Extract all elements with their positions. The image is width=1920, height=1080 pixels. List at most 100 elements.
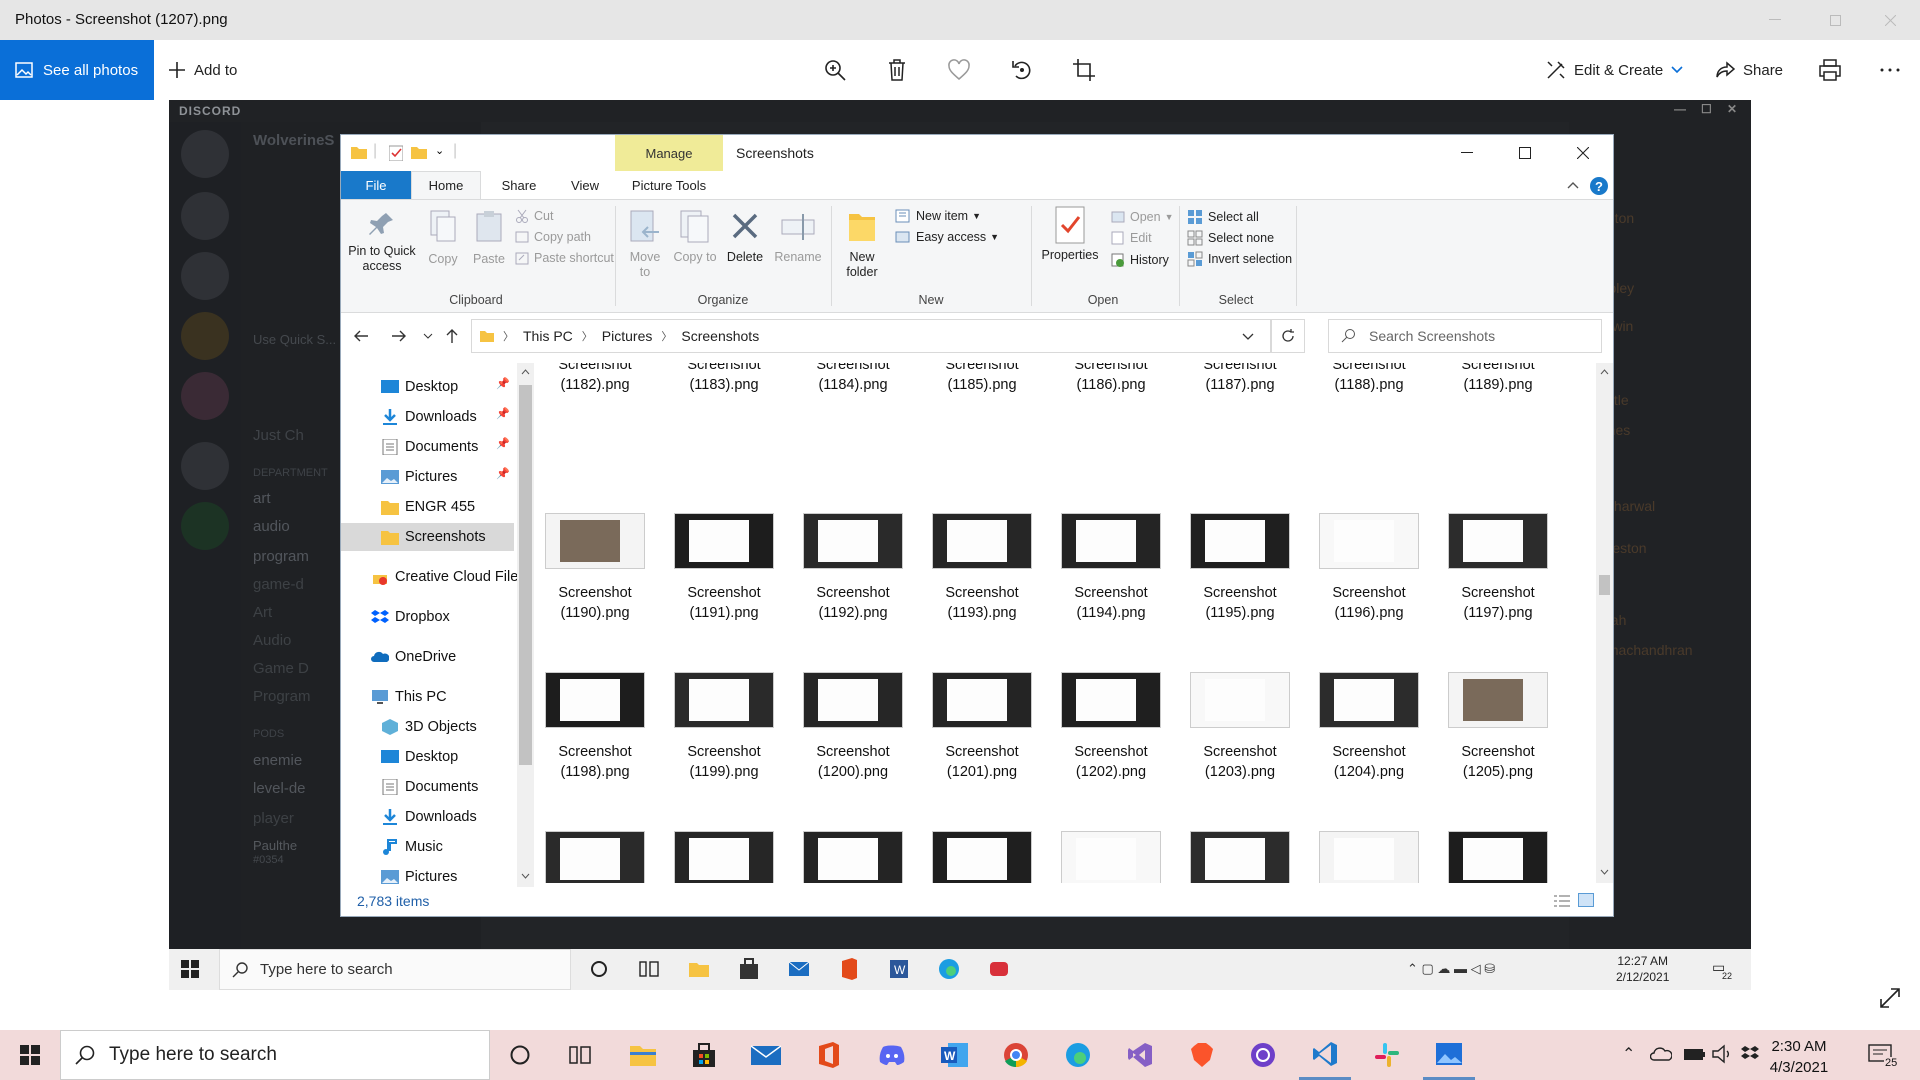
taskbar-slack[interactable] [1361, 1030, 1413, 1080]
taskbar-photos[interactable] [1423, 1030, 1475, 1080]
nav-item-dropbox[interactable]: Dropbox [341, 603, 514, 631]
easy-access-button[interactable]: Easy access ▼ [895, 230, 999, 244]
scroll-up-icon[interactable] [1600, 369, 1609, 375]
favorite-heart-icon[interactable] [947, 58, 971, 82]
tab-file[interactable]: File [341, 171, 411, 199]
cut-button[interactable]: Cut [515, 209, 553, 223]
tab-view[interactable]: View [555, 171, 615, 199]
details-view-icon[interactable] [1554, 895, 1570, 907]
new-folder-button[interactable]: New folder [837, 210, 887, 280]
invert-selection-button[interactable]: Invert selection [1187, 251, 1292, 267]
scroll-down-icon[interactable] [521, 873, 530, 879]
print-icon[interactable] [1818, 58, 1842, 82]
taskbar-edge[interactable] [1052, 1030, 1104, 1080]
nav-item-desktop[interactable]: Desktop 📌 [341, 373, 514, 401]
nav-item-screenshots[interactable]: Screenshots [341, 523, 514, 551]
taskbar-github-desktop[interactable] [1237, 1030, 1289, 1080]
taskbar-office[interactable] [803, 1030, 855, 1080]
rename-button[interactable]: Rename [773, 210, 823, 265]
paste-button[interactable]: Paste [469, 210, 509, 267]
search-input[interactable]: Search Screenshots [1328, 319, 1602, 353]
scroll-up-icon[interactable] [521, 369, 530, 375]
nav-item-this-pc[interactable]: This PC [341, 683, 514, 711]
explorer-maximize-button[interactable] [1496, 135, 1554, 171]
address-bar[interactable]: 〉 This PC 〉 Pictures 〉 Screenshots [471, 319, 1271, 353]
properties-button[interactable]: Properties [1035, 206, 1105, 263]
task-view-button[interactable] [554, 1030, 606, 1080]
crop-icon[interactable] [1072, 58, 1096, 82]
tray-overflow-icon[interactable]: ⌃ [1622, 1044, 1635, 1064]
tab-home[interactable]: Home [411, 171, 481, 199]
customize-qa-icon[interactable]: ⌄ [435, 144, 444, 157]
taskbar-mail[interactable] [740, 1030, 792, 1080]
add-to-button[interactable]: Add to [168, 40, 237, 100]
nav-item-pc-desktop[interactable]: Desktop [341, 743, 514, 771]
copy-to-button[interactable]: Copy to [673, 210, 717, 265]
tab-share[interactable]: Share [483, 171, 555, 199]
nav-item-pictures[interactable]: Pictures 📌 [341, 463, 514, 491]
nav-item-pc-documents[interactable]: Documents [341, 773, 514, 801]
address-dropdown-icon[interactable] [1242, 333, 1254, 341]
pin-quick-access-button[interactable]: Pin to Quick access [345, 210, 419, 274]
nav-scrollbar[interactable] [517, 363, 534, 887]
expand-icon[interactable] [1878, 986, 1902, 1010]
nav-item-3d-objects[interactable]: 3D Objects [341, 713, 514, 741]
tab-picture-tools[interactable]: Picture Tools [615, 171, 723, 199]
nav-item-creative-cloud[interactable]: Creative Cloud Files [341, 563, 517, 591]
zoom-in-icon[interactable] [823, 58, 847, 82]
back-arrow-icon[interactable] [353, 329, 369, 343]
edit-button[interactable]: Edit [1111, 231, 1152, 245]
move-to-button[interactable]: Move to [623, 210, 667, 280]
nav-item-engr455[interactable]: ENGR 455 [341, 493, 514, 521]
taskbar-search-box[interactable]: Type here to search [60, 1030, 490, 1080]
nav-item-music[interactable]: Music [341, 833, 514, 861]
taskbar-vscode[interactable] [1299, 1030, 1351, 1080]
content-scroll-thumb[interactable] [1599, 575, 1610, 595]
recent-locations-icon[interactable] [423, 333, 433, 339]
up-arrow-icon[interactable] [445, 328, 459, 344]
select-none-button[interactable]: Select none [1187, 230, 1274, 246]
cortana-button[interactable] [494, 1030, 546, 1080]
new-item-button[interactable]: New item ▼ [895, 209, 981, 223]
share-button[interactable]: Share [1715, 40, 1783, 100]
explorer-close-button[interactable] [1554, 135, 1612, 171]
nav-item-pc-downloads[interactable]: Downloads [341, 803, 514, 831]
large-icons-view-icon[interactable] [1578, 893, 1594, 907]
history-button[interactable]: History [1111, 253, 1169, 267]
taskbar-file-explorer[interactable] [617, 1030, 669, 1080]
taskbar-visual-studio[interactable] [1114, 1030, 1166, 1080]
delete-icon[interactable] [885, 58, 909, 82]
minimize-button[interactable] [1745, 0, 1805, 40]
paste-shortcut-button[interactable]: Paste shortcut [515, 251, 614, 265]
taskbar-store[interactable] [678, 1030, 730, 1080]
explorer-minimize-button[interactable] [1438, 135, 1496, 171]
copy-button[interactable]: Copy [423, 210, 463, 267]
refresh-button[interactable] [1271, 319, 1305, 353]
new-folder-quick-icon[interactable] [411, 145, 427, 159]
nav-item-downloads[interactable]: Downloads 📌 [341, 403, 514, 431]
delete-button[interactable]: Delete [721, 210, 769, 265]
rotate-icon[interactable] [1010, 58, 1034, 82]
more-options-icon[interactable] [1878, 58, 1902, 82]
taskbar-discord[interactable] [866, 1030, 918, 1080]
nav-scroll-thumb[interactable] [519, 385, 532, 765]
battery-icon[interactable] [1684, 1047, 1706, 1061]
onedrive-tray-icon[interactable] [1650, 1046, 1672, 1062]
copy-path-button[interactable]: Copy path [515, 230, 591, 244]
taskbar-chrome[interactable] [990, 1030, 1042, 1080]
close-button[interactable] [1860, 0, 1920, 40]
manage-tab[interactable]: Manage [615, 135, 723, 171]
start-button[interactable] [4, 1030, 56, 1080]
breadcrumb-screenshots[interactable]: Screenshots [681, 328, 759, 344]
breadcrumb-this-pc[interactable]: This PC [523, 328, 573, 344]
help-icon[interactable]: ? [1590, 177, 1608, 195]
nav-item-documents[interactable]: Documents 📌 [341, 433, 514, 461]
maximize-button[interactable] [1805, 0, 1865, 40]
content-scrollbar[interactable] [1596, 363, 1613, 883]
see-all-photos-button[interactable]: See all photos [0, 40, 154, 100]
nav-item-pc-pictures[interactable]: Pictures [341, 863, 514, 887]
properties-quick-icon[interactable] [389, 145, 403, 161]
nav-item-onedrive[interactable]: OneDrive [341, 643, 514, 671]
open-button[interactable]: Open ▼ [1111, 210, 1174, 224]
scroll-down-icon[interactable] [1600, 869, 1609, 875]
